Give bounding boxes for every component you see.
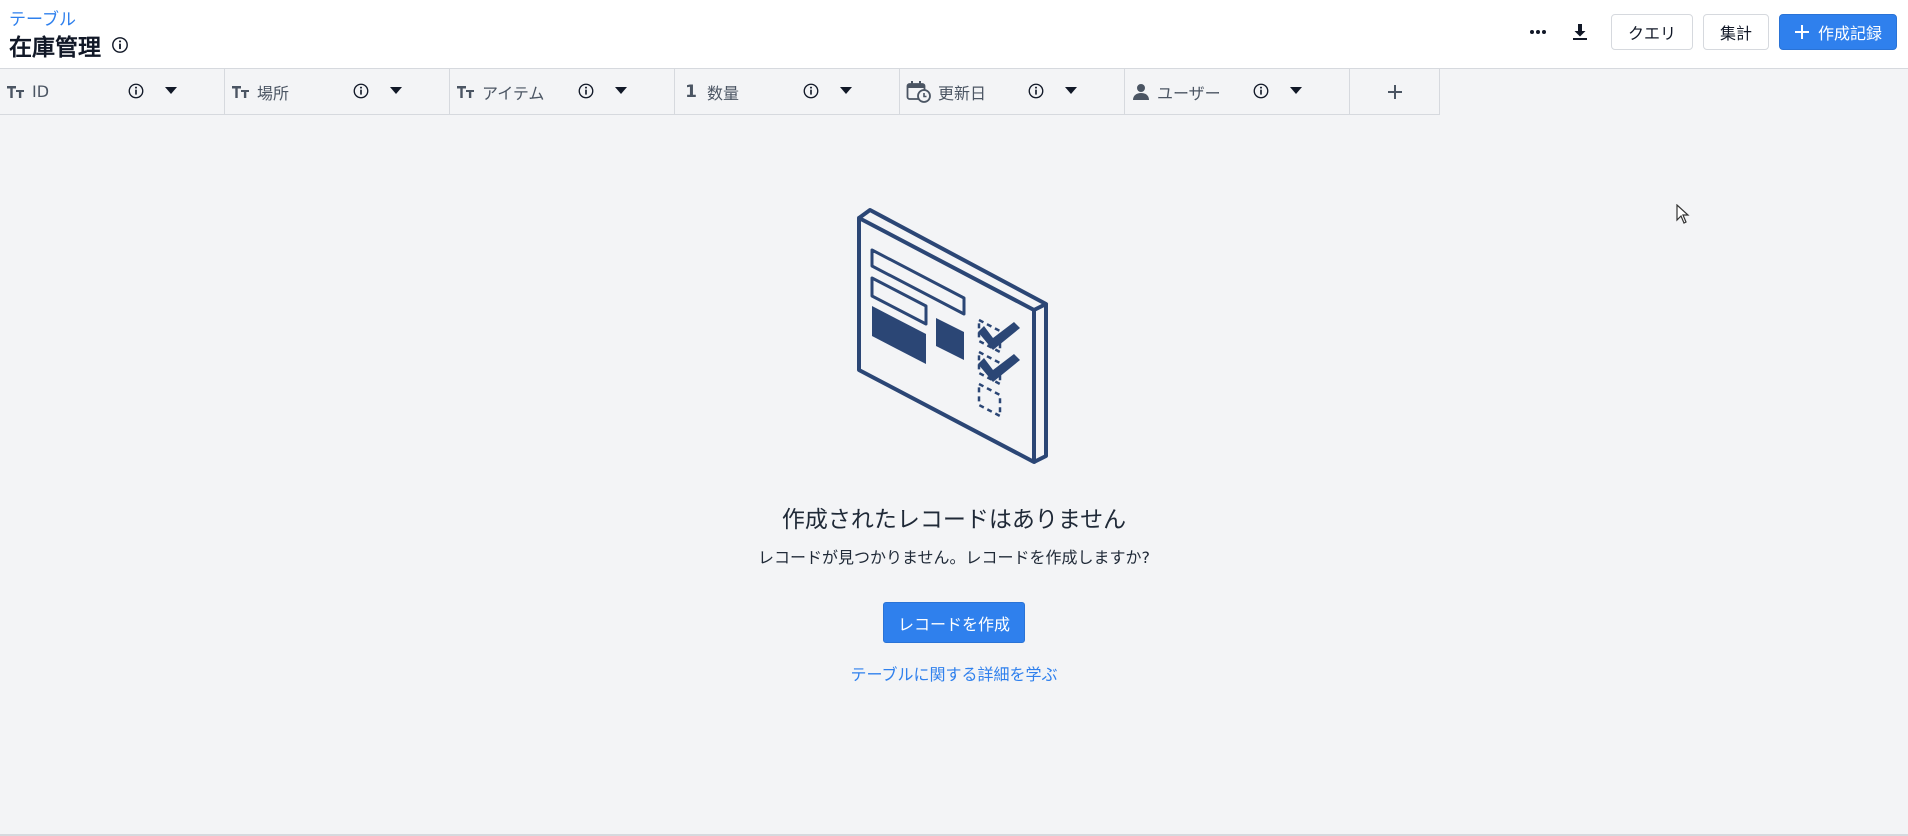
add-column-button[interactable]	[1350, 69, 1440, 114]
query-button[interactable]: クエリ	[1610, 14, 1693, 50]
column-header-user[interactable]: ユーザー	[1125, 69, 1350, 114]
mouse-cursor-icon	[1676, 204, 1690, 224]
user-icon	[1131, 82, 1151, 102]
column-header-item[interactable]: アイテム	[450, 69, 675, 114]
create-record-button[interactable]: 作成記録	[1778, 14, 1897, 50]
info-icon[interactable]	[577, 82, 595, 100]
chevron-down-icon[interactable]	[1289, 85, 1303, 95]
text-type-icon	[456, 82, 476, 102]
aggregate-button[interactable]: 集計	[1702, 14, 1769, 50]
chevron-down-icon[interactable]	[164, 85, 178, 95]
text-type-icon	[6, 82, 26, 102]
column-header-location[interactable]: 場所	[225, 69, 450, 114]
column-header-quantity[interactable]: 1 数量	[675, 69, 900, 114]
page-header: テーブル 在庫管理 クエリ 集計 作成記録	[0, 0, 1908, 69]
create-record-label: 作成記録	[1817, 24, 1882, 43]
info-icon[interactable]	[127, 82, 145, 100]
plus-icon	[1387, 84, 1402, 99]
column-header-updated-date[interactable]: 更新日	[900, 69, 1125, 114]
calendar-clock-icon	[906, 80, 932, 103]
plus-icon	[1794, 25, 1809, 39]
create-record-primary-button[interactable]: レコードを作成	[882, 602, 1025, 643]
info-icon[interactable]	[802, 82, 820, 100]
breadcrumb[interactable]: テーブル	[9, 5, 76, 30]
empty-table-illustration	[857, 208, 1048, 464]
number-type-icon: 1	[685, 81, 697, 102]
empty-state-title: 作成されたレコードはありません	[781, 507, 1127, 533]
header-actions: クエリ 集計 作成記録	[1517, 14, 1897, 50]
page-title: 在庫管理	[9, 35, 101, 61]
info-icon[interactable]	[352, 82, 370, 100]
text-type-icon	[231, 82, 251, 102]
more-menu-button[interactable]	[1517, 14, 1559, 50]
info-icon[interactable]	[1252, 82, 1270, 100]
empty-state-subtitle: レコードが見つかりません。レコードを作成しますか?	[757, 548, 1150, 567]
chevron-down-icon[interactable]	[389, 85, 403, 95]
chevron-down-icon[interactable]	[1064, 85, 1078, 95]
info-icon[interactable]	[111, 36, 129, 54]
download-button[interactable]	[1559, 14, 1601, 50]
info-icon[interactable]	[1027, 82, 1045, 100]
learn-more-link[interactable]: テーブルに関する詳細を学ぶ	[850, 661, 1057, 685]
chevron-down-icon[interactable]	[614, 85, 628, 95]
column-header-id[interactable]: ID	[0, 69, 225, 114]
empty-state: 作成されたレコードはありません レコードが見つかりません。レコードを作成しますか…	[0, 200, 1908, 685]
download-icon	[1572, 24, 1587, 40]
column-header-row: ID 場所 アイテム 1 数量 更新日 ユーザー	[0, 69, 1440, 115]
page-title-wrap: 在庫管理	[9, 28, 129, 62]
chevron-down-icon[interactable]	[839, 85, 853, 95]
ellipsis-icon	[1529, 30, 1546, 34]
